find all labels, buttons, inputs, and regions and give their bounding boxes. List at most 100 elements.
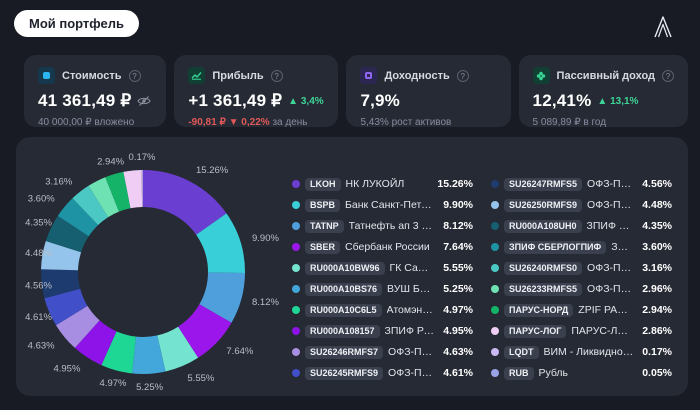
- legend-row-TATNP[interactable]: TATNPТатнефть ап 3 вып.8.12%: [292, 219, 473, 233]
- card-profit-label: Прибыль: [212, 70, 263, 82]
- asset-share: 3.60%: [638, 241, 672, 253]
- eye-off-icon[interactable]: [137, 95, 151, 107]
- ticker-badge: RUB: [504, 367, 534, 380]
- holdings-legend: LKOH НК ЛУКОЙЛ 15.26% BSPBБанк Санкт-Петерб…: [292, 137, 688, 396]
- asset-share: 9.90%: [439, 199, 473, 211]
- legend-dot: [292, 306, 300, 314]
- asset-name: ОФЗ-ПД 26246 ...: [388, 346, 434, 358]
- ticker-badge: RU000A10BW96: [305, 262, 385, 275]
- my-portfolio-button[interactable]: Мой портфель: [14, 10, 139, 37]
- legend-row-RU000A108UH0[interactable]: RU000A108UH0ЗПИФ ПАРУС-К...4.35%: [491, 219, 672, 233]
- asset-name: ОФЗ-ПД 26247 ...: [587, 178, 633, 190]
- asset-share: 4.95%: [439, 325, 473, 337]
- asset-name: ВУШ БО 001Р-04: [387, 283, 434, 295]
- legend-row-RUB[interactable]: RUBРубль0.05%: [491, 366, 672, 380]
- legend-row-SU26247RMFS5[interactable]: SU26247RMFS5ОФЗ-ПД 26247 ...4.56%: [491, 177, 672, 191]
- legend-dot: [491, 264, 499, 272]
- passive-income-delta: ▲ 13,1%: [597, 96, 638, 107]
- legend-row-SU26246RMFS7[interactable]: SU26246RMFS7 ОФЗ-ПД 26246 ... 4.63%: [292, 345, 473, 359]
- help-icon[interactable]: ?: [457, 70, 469, 82]
- legend-dot: [491, 327, 499, 335]
- asset-share: 5.25%: [439, 283, 473, 295]
- asset-share: 0.05%: [638, 367, 672, 379]
- asset-name: ОФЗ-ПД 26240 ...: [587, 262, 633, 274]
- card-profit: Прибыль ? +1 361,49 ₽ ▲ 3,4% -90,81 ₽ ▼ …: [174, 55, 338, 127]
- legend-row-BSPB[interactable]: BSPBБанк Санкт-Петербург9.90%: [292, 198, 473, 212]
- ticker-badge: SU26240RMFS0: [504, 262, 582, 275]
- assets-growth-suffix: рост активов: [392, 117, 452, 128]
- legend-dot: [292, 222, 300, 230]
- donut-slice-label: 5.25%: [136, 382, 163, 393]
- legend-dot: [292, 180, 300, 188]
- ticker-badge: SBER: [305, 241, 340, 254]
- donut-slice-label: 4.97%: [100, 378, 127, 389]
- asset-name: НК ЛУКОЙЛ: [346, 178, 405, 190]
- legend-row-ПАРУС-НОРД[interactable]: ПАРУС-НОРД ZPIF PARUS-Nord... 2.94%: [491, 303, 672, 317]
- legend-row-RU000A10BW96[interactable]: RU000A10BW96ГК Самолет БО...5.55%: [292, 261, 473, 275]
- asset-share: 15.26%: [433, 178, 473, 190]
- card-value-label: Стоимость: [62, 70, 122, 82]
- asset-share: 8.12%: [439, 220, 473, 232]
- legend-row-RU000A10BS76[interactable]: RU000A10BS76ВУШ БО 001Р-045.25%: [292, 282, 473, 296]
- topbar: Мой портфель: [0, 0, 700, 44]
- asset-name: ВИМ - Ликвидность: [544, 346, 634, 358]
- asset-name: ZPIF PARUS-Nord...: [578, 304, 633, 316]
- legend-dot: [491, 285, 499, 293]
- legend-row-RU000A10C6L5[interactable]: RU000A10C6L5Атомэнергопро...4.97%: [292, 303, 473, 317]
- legend-dot: [292, 264, 300, 272]
- asset-name: ЗПИФ Рентал П...: [385, 325, 435, 337]
- legend-dot: [491, 180, 499, 188]
- ticker-badge: ЗПИФ СБЕРЛОГПИФ: [504, 241, 606, 254]
- legend-row-RU000A108157[interactable]: RU000A108157 ЗПИФ Рентал П... 4.95%: [292, 324, 473, 338]
- legend-row-SU26240RMFS0[interactable]: SU26240RMFS0ОФЗ-ПД 26240 ...3.16%: [491, 261, 672, 275]
- ticker-badge: LKOH: [305, 178, 341, 191]
- help-icon[interactable]: ?: [271, 70, 283, 82]
- asset-share: 2.94%: [638, 304, 672, 316]
- legend-row-SU26233RMFS5[interactable]: SU26233RMFS5ОФЗ-ПД 26233 ...2.96%: [491, 282, 672, 296]
- legend-row-SU26245RMFS9[interactable]: SU26245RMFS9ОФЗ-ПД 26245 ...4.61%: [292, 366, 473, 380]
- card-value: Стоимость ? 41 361,49 ₽ 40 000,00 ₽ влож…: [24, 55, 166, 127]
- profit-icon: [188, 67, 205, 84]
- legend-row-SU26250RMFS9[interactable]: SU26250RMFS9ОФЗ-ПД 26250 ...4.48%: [491, 198, 672, 212]
- legend-row-LQDT[interactable]: LQDTВИМ - Ликвидность0.17%: [491, 345, 672, 359]
- donut-slice-label: 3.60%: [28, 193, 55, 204]
- card-passive-label: Пассивный доход: [557, 70, 655, 82]
- legend-row-LKOH[interactable]: LKOH НК ЛУКОЙЛ 15.26%: [292, 177, 473, 191]
- legend-row-ПАРУС-ЛОГ[interactable]: ПАРУС-ЛОГПАРУС-ЛОГИСТИКА2.86%: [491, 324, 672, 338]
- ticker-badge: ПАРУС-НОРД: [504, 304, 573, 317]
- yield-value: 7,9%: [360, 91, 400, 111]
- donut-slice-label: 2.94%: [97, 157, 124, 168]
- passive-income-value: 12,41%: [533, 91, 592, 111]
- donut-slice-label: 15.26%: [196, 165, 229, 176]
- donut-slice-label: 4.95%: [53, 364, 80, 375]
- legend-dot: [491, 243, 499, 251]
- asset-name: ПАРУС-ЛОГИСТИКА: [571, 325, 633, 337]
- legend-column-2: SU26247RMFS5ОФЗ-ПД 26247 ...4.56% SU26250…: [491, 177, 672, 380]
- asset-name: ГК Самолет БО...: [390, 262, 435, 274]
- donut-slice-label: 3.16%: [45, 176, 72, 187]
- asset-name: ОФЗ-ПД 26250 ...: [587, 199, 633, 211]
- donut-slice-label: 4.56%: [25, 280, 52, 291]
- legend-dot: [491, 201, 499, 209]
- ticker-badge: SU26245RMFS9: [305, 367, 383, 380]
- legend-dot: [292, 201, 300, 209]
- legend-row-SBER[interactable]: SBERСбербанк России7.64%: [292, 240, 473, 254]
- donut-slice-label: 4.61%: [25, 312, 52, 323]
- ticker-badge: SU26246RMFS7: [305, 346, 383, 359]
- ticker-badge: RU000A108UH0: [504, 220, 582, 233]
- ticker-badge: SU26250RMFS9: [504, 199, 582, 212]
- help-icon[interactable]: ?: [129, 70, 141, 82]
- ticker-badge: ПАРУС-ЛОГ: [504, 325, 566, 338]
- yield-icon: [360, 67, 377, 84]
- legend-dot: [491, 306, 499, 314]
- assets-growth: 5,43% рост активов: [360, 117, 496, 128]
- ticker-badge: RU000A108157: [305, 325, 380, 338]
- assets-growth-pct: 5,43%: [360, 117, 388, 128]
- down-arrow-icon: ▼: [229, 117, 239, 128]
- legend-row-ЗПИФ СБЕРЛОГПИФ[interactable]: ЗПИФ СБЕРЛОГПИФЗПИФ ПАР...3.60%: [491, 240, 672, 254]
- passive-income-icon: [533, 67, 550, 84]
- profit-delta: ▲ 3,4%: [288, 96, 323, 107]
- asset-share: 4.63%: [439, 346, 473, 358]
- help-icon[interactable]: ?: [662, 70, 674, 82]
- donut-slice-label: 5.55%: [187, 373, 214, 384]
